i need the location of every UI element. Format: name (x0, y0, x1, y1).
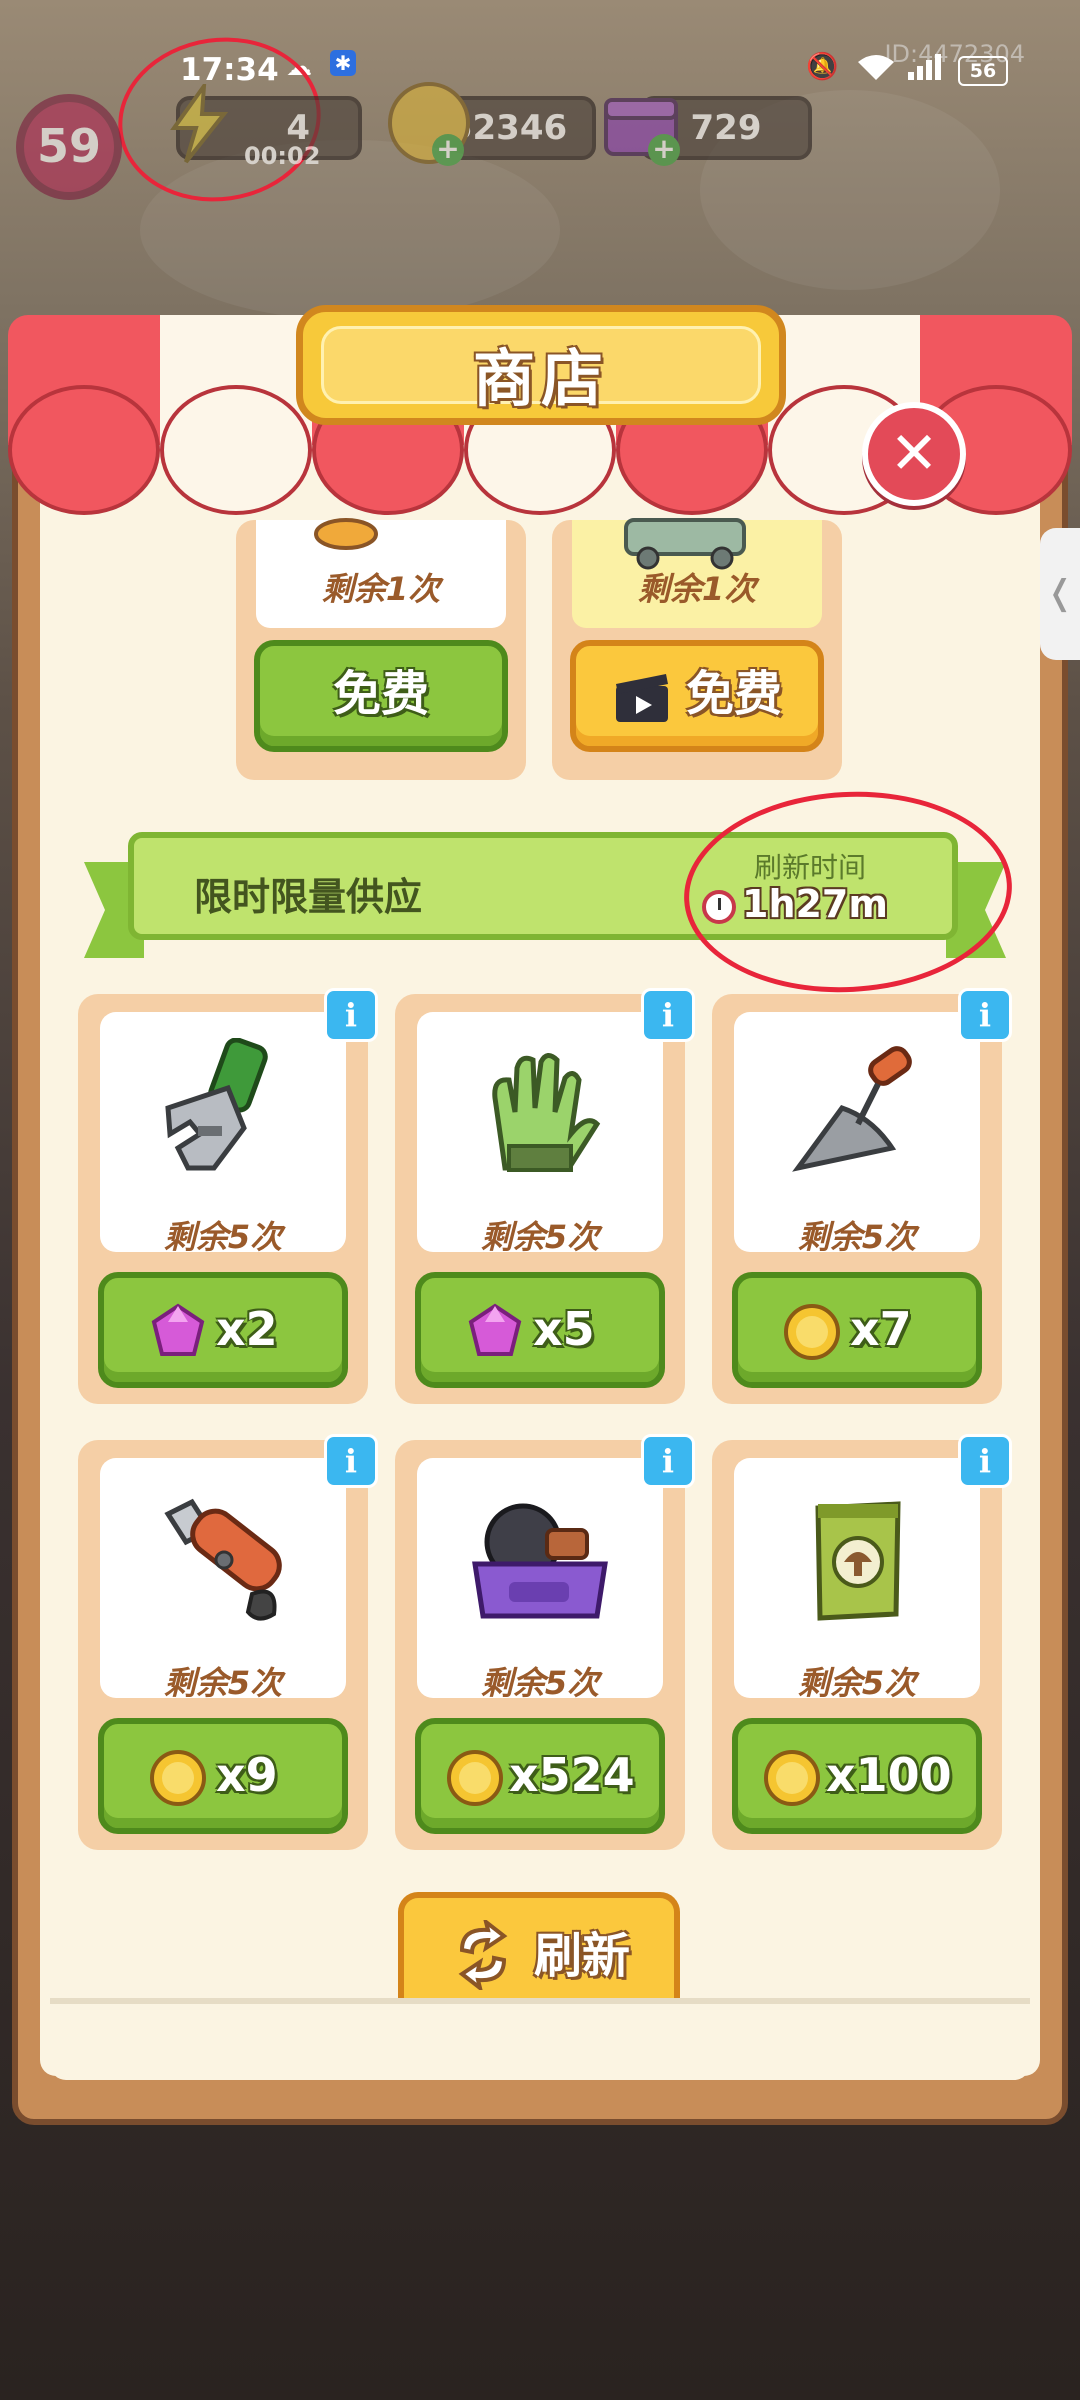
battery-level: 56 (969, 60, 997, 82)
side-drawer-handle[interactable]: ❬ (1040, 528, 1080, 660)
item-face: 剩余5次 (734, 1458, 980, 1702)
tool-box-icon (472, 1503, 608, 1619)
free-item-remaining: 剩余1次 (637, 570, 757, 608)
item-face: 剩余5次 (100, 1012, 346, 1256)
item-remaining: 剩余5次 (480, 1664, 600, 1702)
shop-title: 商店 (472, 342, 609, 415)
free-item-remaining: 剩余1次 (321, 570, 441, 608)
trowel-icon (792, 1046, 912, 1172)
signal-icon (908, 54, 941, 80)
item-remaining: 剩余5次 (163, 1218, 283, 1256)
gem-icon (151, 1303, 205, 1356)
coin-icon (764, 1750, 820, 1806)
add-coins-button[interactable]: + (432, 134, 464, 166)
game-hud: 59 4 00:02 52346 + 729 + (0, 80, 1080, 200)
app-icon: ✱ (330, 50, 356, 76)
shop-item-utility-knife[interactable]: 剩余5次 i x9 (78, 1434, 378, 1850)
item-remaining: 剩余5次 (163, 1664, 283, 1702)
coin-icon (447, 1750, 503, 1806)
info-button[interactable]: i (641, 1434, 695, 1488)
glove-icon (492, 1053, 601, 1172)
info-button[interactable]: i (324, 1434, 378, 1488)
item-face: 剩余5次 (100, 1458, 346, 1702)
info-button[interactable]: i (958, 1434, 1012, 1488)
buy-button[interactable]: x7 (732, 1272, 982, 1388)
buy-button[interactable]: x100 (732, 1718, 982, 1834)
free-claim-button[interactable]: 免费 (254, 640, 508, 752)
close-button[interactable]: ✕ (862, 402, 966, 506)
buy-button[interactable]: x9 (98, 1718, 348, 1834)
price-label: x100 (826, 1748, 952, 1802)
shop-item-tool-box[interactable]: 剩余5次 i x524 (395, 1434, 695, 1850)
panel-footer (50, 1998, 1030, 2080)
shop-item-seed-bag[interactable]: 剩余5次 i x100 (712, 1434, 1012, 1850)
shop-item-glove[interactable]: 剩余5次 i x5 (395, 988, 695, 1404)
item-remaining: 剩余5次 (480, 1218, 600, 1256)
gem-value: 729 (690, 108, 762, 148)
buy-button[interactable]: x5 (415, 1272, 665, 1388)
info-button[interactable]: i (958, 988, 1012, 1042)
info-button[interactable]: i (324, 988, 378, 1042)
wrench-icon (165, 1038, 268, 1171)
item-face: 剩余5次 (734, 1012, 980, 1256)
lightning-icon (170, 84, 229, 164)
coin-icon (784, 1304, 840, 1360)
item-face: 剩余5次 (417, 1012, 663, 1256)
watch-video-free-label: 免费 (686, 666, 783, 722)
price-label: x7 (850, 1302, 912, 1356)
price-label: x9 (216, 1748, 278, 1802)
wifi-icon (858, 55, 894, 80)
shop-item-wrench[interactable]: 剩余5次 i x2 (78, 988, 378, 1404)
level-value: 59 (36, 119, 101, 173)
add-gems-button[interactable]: + (648, 134, 680, 166)
buy-button[interactable]: x524 (415, 1718, 665, 1834)
buy-button[interactable]: x2 (98, 1272, 348, 1388)
price-label: x5 (533, 1302, 595, 1356)
refresh-icon (458, 1920, 508, 1990)
video-clapper-icon (616, 674, 668, 722)
utility-knife-icon (164, 1498, 282, 1621)
item-remaining: 剩余5次 (797, 1218, 917, 1256)
seed-bag-icon (815, 1501, 901, 1621)
watch-video-free-button[interactable]: 免费 (570, 640, 824, 752)
limited-supply-title: 限时限量供应 (194, 875, 423, 919)
shop-item-trowel[interactable]: 剩余5次 i x7 (712, 988, 1012, 1404)
item-face: 剩余5次 (417, 1458, 663, 1702)
mute-icon: 🔕 (806, 52, 839, 82)
price-label: x524 (509, 1748, 635, 1802)
shop-title-banner: 商店 (296, 305, 786, 425)
refresh-shop-label: 刷新 (534, 1928, 631, 1984)
price-label: x2 (216, 1302, 278, 1356)
refresh-shop-button[interactable]: 刷新 (398, 1892, 680, 2002)
item-remaining: 剩余5次 (797, 1664, 917, 1702)
coin-icon (150, 1750, 206, 1806)
energy-timer: 00:02 (244, 142, 321, 170)
info-button[interactable]: i (641, 988, 695, 1042)
level-badge[interactable]: 59 (16, 94, 122, 200)
gem-icon (468, 1303, 522, 1356)
